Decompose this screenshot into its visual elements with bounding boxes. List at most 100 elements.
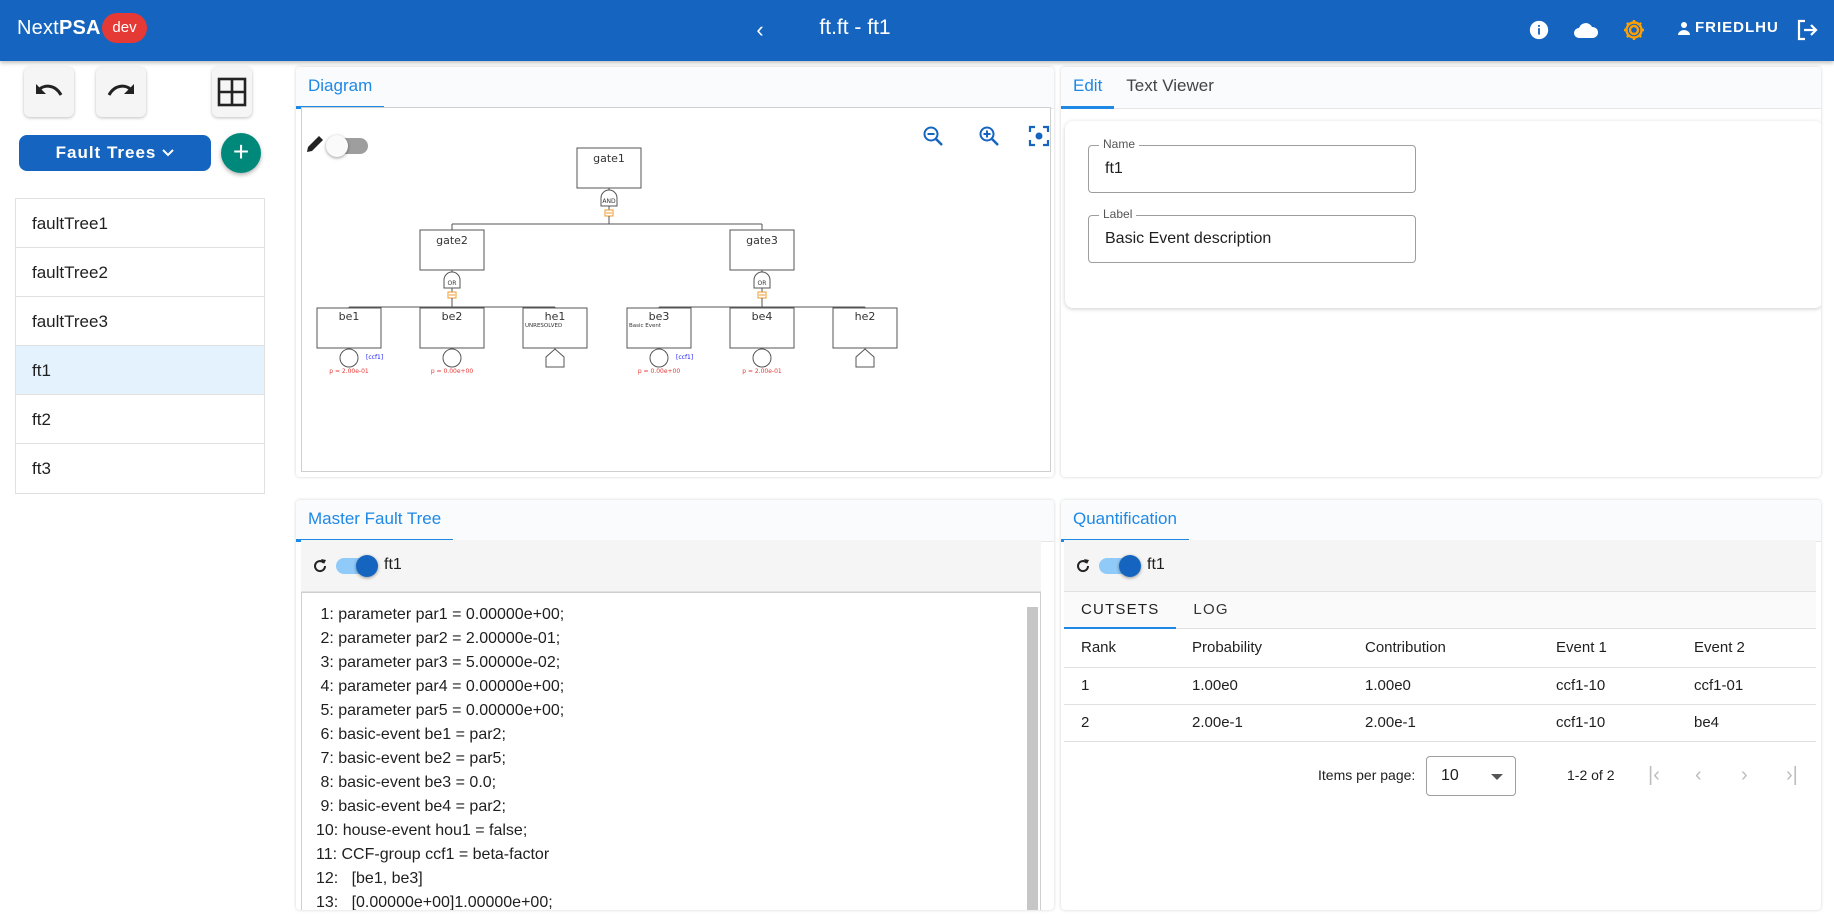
column-header[interactable]: Contribution xyxy=(1348,629,1539,668)
paginator: Items per page: 10 1-2 of 2 |‹ ‹ › ›| xyxy=(1064,748,1816,808)
table-cell: 1.00e0 xyxy=(1348,667,1539,705)
list-item[interactable]: faultTree1 xyxy=(16,199,264,248)
code-viewer[interactable]: 1: parameter par1 = 0.00000e+00; 2: para… xyxy=(301,592,1041,910)
event-probability: p = 0.00e+00 xyxy=(431,368,474,375)
list-item[interactable]: faultTree3 xyxy=(16,297,264,346)
last-page-icon[interactable]: ›| xyxy=(1786,765,1798,785)
gear-icon[interactable] xyxy=(1620,16,1648,44)
next-page-icon[interactable]: › xyxy=(1741,765,1748,785)
code-line: 5: parameter par5 = 0.00000e+00; xyxy=(316,702,565,719)
label-field[interactable]: Label Basic Event description xyxy=(1088,207,1416,263)
code-line: 2: parameter par2 = 2.00000e-01; xyxy=(316,630,561,647)
table-cell: 2.00e-1 xyxy=(1348,704,1539,742)
undo-button[interactable] xyxy=(24,67,74,117)
list-item[interactable]: faultTree2 xyxy=(16,248,264,297)
basic-event-symbol xyxy=(752,348,772,368)
info-icon[interactable] xyxy=(1525,16,1553,44)
table-row[interactable]: 1 1.00e0 1.00e0 ccf1-10 ccf1-01 xyxy=(1064,667,1816,705)
table-header-row: Rank Probability Contribution Event 1 Ev… xyxy=(1064,629,1816,668)
items-per-page-select[interactable]: 10 xyxy=(1426,756,1516,796)
chevron-down-icon xyxy=(162,149,175,157)
master-toolbar: ft1 xyxy=(301,540,1041,592)
code-line: 4: parameter par4 = 0.00000e+00; xyxy=(316,678,565,695)
table-cell: ccf1-10 xyxy=(1539,667,1677,705)
prev-page-icon[interactable]: ‹ xyxy=(1695,765,1702,785)
column-header[interactable]: Event 1 xyxy=(1539,629,1677,668)
first-page-icon[interactable]: |‹ xyxy=(1648,765,1660,785)
event-name: be4 xyxy=(752,310,773,323)
event-probability: p = 2.00e-01 xyxy=(742,368,782,375)
tab-quantification[interactable]: Quantification xyxy=(1061,500,1189,542)
cloud-icon[interactable] xyxy=(1572,16,1600,44)
column-header[interactable]: Rank xyxy=(1064,629,1175,668)
event-name: be2 xyxy=(442,310,463,323)
gate-type: OR xyxy=(448,280,457,287)
plus-icon: + xyxy=(232,136,250,167)
add-fault-tree-button[interactable]: + xyxy=(221,133,261,173)
items-per-page-label: Items per page: xyxy=(1318,767,1416,783)
chevron-left-icon[interactable]: ‹ xyxy=(746,16,774,44)
fault-trees-dropdown[interactable]: Fault Trees xyxy=(19,135,211,171)
quantification-panel: Quantification ft1 CUTSETS LOG Rank Prob… xyxy=(1061,500,1821,910)
layout-toggle-button[interactable] xyxy=(212,67,252,117)
code-line: 9: basic-event be4 = par2; xyxy=(316,798,506,815)
label-field-value[interactable]: Basic Event description xyxy=(1105,230,1271,248)
quant-toolbar: ft1 xyxy=(1064,540,1816,592)
list-item[interactable]: ft2 xyxy=(16,395,264,444)
diagram-canvas[interactable]: gate1 AND gate2 OR gate3 OR be1 [ccf1] p = 2.00e… xyxy=(301,107,1051,472)
diagram-panel: Diagram gate1 AND gate2 OR gate3 OR be1 [ccf1] p… xyxy=(296,67,1054,477)
name-field-value[interactable]: ft1 xyxy=(1105,160,1123,178)
code-line: 12: [be1, be3] xyxy=(316,870,423,887)
user-menu[interactable]: FRIEDLHU xyxy=(1677,19,1779,36)
refresh-icon[interactable] xyxy=(312,558,328,574)
list-item-selected[interactable]: ft1 xyxy=(16,346,264,395)
gate-name: gate1 xyxy=(593,152,625,165)
house-event-symbol xyxy=(855,348,875,368)
master-fault-tree-panel: Master Fault Tree ft1 1: parameter par1 … xyxy=(296,500,1054,910)
gate-type: AND xyxy=(602,198,616,205)
list-item[interactable]: ft3 xyxy=(16,444,264,493)
column-header[interactable]: Event 2 xyxy=(1677,629,1816,668)
page-title: ft.ft - ft1 xyxy=(819,16,891,39)
app-header: NextPSA dev ‹ ft.ft - ft1 FRIEDLHU xyxy=(0,0,1834,61)
tab-log[interactable]: LOG xyxy=(1176,592,1245,629)
table-cell: 1 xyxy=(1064,667,1175,705)
user-name: FRIEDLHU xyxy=(1695,19,1779,36)
tab-master-fault-tree[interactable]: Master Fault Tree xyxy=(296,500,454,542)
redo-button[interactable] xyxy=(96,67,146,117)
quant-subtabs: CUTSETS LOG xyxy=(1064,592,1816,629)
code-line: 8: basic-event be3 = 0.0; xyxy=(316,774,497,791)
house-event-symbol xyxy=(545,348,565,368)
tab-text-viewer[interactable]: Text Viewer xyxy=(1114,67,1226,109)
gate-name: gate3 xyxy=(746,234,778,247)
dropdown-arrow-icon xyxy=(1491,774,1503,780)
event-probability: p = 0.00e+00 xyxy=(638,368,681,375)
brand-logo: NextPSA xyxy=(17,17,101,39)
table-cell: ccf1-10 xyxy=(1539,704,1677,742)
refresh-icon[interactable] xyxy=(1075,558,1091,574)
logout-icon[interactable] xyxy=(1793,16,1821,44)
table-cell: 2 xyxy=(1064,704,1175,742)
master-toggle[interactable] xyxy=(336,555,378,577)
table-cell: 2.00e-1 xyxy=(1175,704,1348,742)
name-field-label: Name xyxy=(1099,137,1140,151)
event-description: Basic Event xyxy=(629,323,662,329)
edit-form-card: Name ft1 Label Basic Event description xyxy=(1065,121,1821,308)
code-line: 1: parameter par1 = 0.00000e+00; xyxy=(316,606,565,623)
tab-diagram[interactable]: Diagram xyxy=(296,67,385,109)
vertical-scrollbar[interactable] xyxy=(1027,607,1038,910)
basic-event-symbol xyxy=(442,348,462,368)
fault-tree-diagram: gate1 AND gate2 OR gate3 OR be1 [ccf1] p = 2.00e… xyxy=(316,147,898,375)
table-row[interactable]: 2 2.00e-1 2.00e-1 ccf1-10 be4 xyxy=(1064,704,1816,742)
gate-type: OR xyxy=(758,280,767,287)
table-cell: be4 xyxy=(1677,704,1816,742)
column-header[interactable]: Probability xyxy=(1175,629,1348,668)
tab-edit[interactable]: Edit xyxy=(1061,67,1115,109)
ccf-tag: [ccf1] xyxy=(366,354,383,361)
undo-icon xyxy=(36,84,63,96)
table-cell: 1.00e0 xyxy=(1175,667,1348,705)
table-cell: ccf1-01 xyxy=(1677,667,1816,705)
tab-cutsets[interactable]: CUTSETS xyxy=(1064,592,1177,629)
name-field[interactable]: Name ft1 xyxy=(1088,137,1416,193)
quant-toggle[interactable] xyxy=(1099,555,1141,577)
